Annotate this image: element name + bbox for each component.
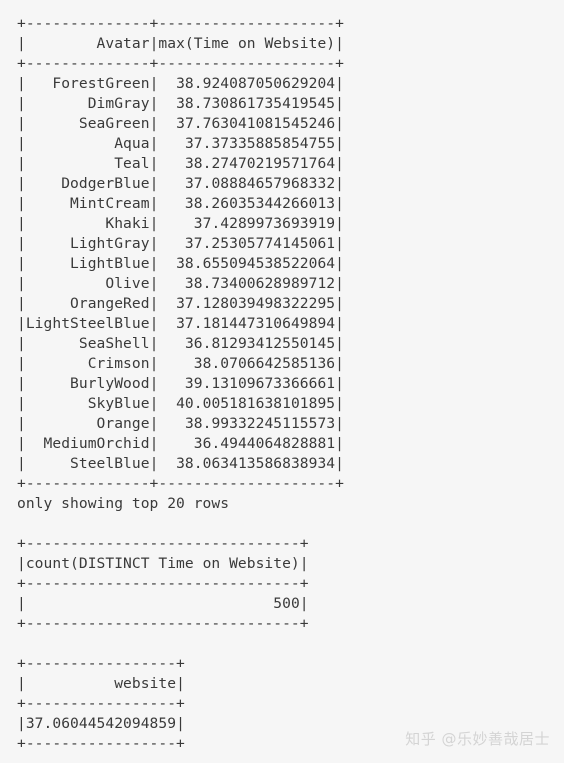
table-cell: 38.99332245115573 <box>184 415 336 432</box>
table-cell: 38.063413586838934 <box>176 455 336 472</box>
table-cell: Crimson <box>87 355 150 372</box>
output-table-website: +-----------------+ | website| +--------… <box>17 654 185 754</box>
table-cell: 37.25305774145061 <box>184 235 336 252</box>
table-cell: 40.005181638101895 <box>176 395 336 412</box>
header-row: | website| <box>17 675 185 692</box>
table-row: |37.06044542094859| <box>17 715 185 732</box>
table-cell: 37.181447310649894 <box>176 315 336 332</box>
table-row: | LightBlue| 38.655094538522064| <box>17 255 344 272</box>
table-cell: 36.81293412550145 <box>184 335 336 352</box>
table-row: | Khaki| 37.4289973693919| <box>17 215 344 232</box>
table-cell: 37.763041081545246 <box>176 115 336 132</box>
row-limit-note: only showing top 20 rows <box>17 495 230 512</box>
table-cell: SeaShell <box>78 335 150 352</box>
table-cell: Aqua <box>114 135 150 152</box>
column-header: Avatar <box>96 35 150 52</box>
table-cell: DimGray <box>87 95 150 112</box>
watermark: 知乎 @乐妙善哉居士 <box>405 730 550 748</box>
table-row: | DodgerBlue| 37.08884657968332| <box>17 175 344 192</box>
table-row: | LightGray| 37.25305774145061| <box>17 235 344 252</box>
table-row: | Crimson| 38.0706642585136| <box>17 355 344 372</box>
table-cell: 37.37335885854755 <box>184 135 336 152</box>
table-row: | BurlyWood| 39.13109673366661| <box>17 375 344 392</box>
table-row: | MediumOrchid| 36.4944064828881| <box>17 435 345 452</box>
table-cell: DodgerBlue <box>61 175 150 192</box>
table-cell: 38.655094538522064 <box>176 255 336 272</box>
table-row: | ForestGreen| 38.924087050629204| <box>17 75 344 92</box>
table-cell: Orange <box>96 415 150 432</box>
table-cell: 38.73400628989712 <box>184 275 336 292</box>
table-cell: 38.730861735419545 <box>176 95 336 112</box>
table-border: +-------------------------------+ <box>17 575 309 592</box>
table-row: | Aqua| 37.37335885854755| <box>17 135 344 152</box>
table-cell: 38.0706642585136 <box>193 355 336 372</box>
table-cell: OrangeRed <box>70 295 150 312</box>
table-row: | 500| <box>17 595 309 612</box>
column-header: count(DISTINCT Time on Website) <box>25 555 300 572</box>
table-row: | DimGray| 38.730861735419545| <box>17 95 344 112</box>
table-cell: Teal <box>114 155 150 172</box>
table-row: | SkyBlue| 40.005181638101895| <box>17 395 344 412</box>
table-cell: LightBlue <box>70 255 150 272</box>
table-cell: BurlyWood <box>70 375 150 392</box>
column-header: max(Time on Website) <box>158 35 336 52</box>
table-cell: ForestGreen <box>52 75 150 92</box>
table-border: +-----------------+ <box>17 695 185 712</box>
table-cell: MintCream <box>70 195 150 212</box>
table-border: +--------------+--------------------+ <box>17 55 344 72</box>
table-cell: LightSteelBlue <box>25 315 150 332</box>
table-cell: SteelBlue <box>70 455 150 472</box>
column-header: website <box>114 675 177 692</box>
table-cell: 38.27470219571764 <box>184 155 336 172</box>
table-cell: 37.128039498322295 <box>176 295 336 312</box>
output-table-count-distinct: +-------------------------------+ |count… <box>17 534 309 634</box>
table-cell: LightGray <box>70 235 150 252</box>
header-row: |count(DISTINCT Time on Website)| <box>17 555 309 572</box>
table-cell: 37.4289973693919 <box>193 215 336 232</box>
table-row: | MintCream| 38.26035344266013| <box>17 195 344 212</box>
table-cell: SkyBlue <box>87 395 150 412</box>
table-cell: MediumOrchid <box>43 435 150 452</box>
table-border: +-----------------+ <box>17 655 185 672</box>
table-border: +--------------+--------------------+ <box>17 15 344 32</box>
header-row: | Avatar|max(Time on Website)| <box>17 35 344 52</box>
table-cell: Khaki <box>105 215 150 232</box>
table-cell: 38.924087050629204 <box>176 75 336 92</box>
table-border: +--------------+--------------------+ <box>17 475 344 492</box>
table-cell: 36.4944064828881 <box>193 435 336 452</box>
table-row: | OrangeRed| 37.128039498322295| <box>17 295 344 312</box>
table-row: | Orange| 38.99332245115573| <box>17 415 344 432</box>
table-border: +-------------------------------+ <box>17 615 309 632</box>
table-row: | Olive| 38.73400628989712| <box>17 275 344 292</box>
table-row: | SteelBlue| 38.063413586838934| <box>17 455 344 472</box>
table-cell: SeaGreen <box>78 115 150 132</box>
table-cell: 39.13109673366661 <box>184 375 336 392</box>
table-border: +-----------------+ <box>17 735 185 752</box>
output-table-max-time-by-avatar: +--------------+--------------------+ | … <box>17 14 344 514</box>
table-cell: 37.08884657968332 <box>184 175 336 192</box>
table-cell: 38.26035344266013 <box>184 195 336 212</box>
table-row: | SeaGreen| 37.763041081545246| <box>17 115 345 132</box>
table-row: | Teal| 38.27470219571764| <box>17 155 344 172</box>
table-cell: 37.06044542094859 <box>25 715 177 732</box>
table-border: +-------------------------------+ <box>17 535 309 552</box>
table-row: | SeaShell| 36.81293412550145| <box>17 335 344 352</box>
table-cell: 500 <box>273 595 300 612</box>
table-cell: Olive <box>105 275 150 292</box>
table-row: |LightSteelBlue| 37.181447310649894| <box>17 315 344 332</box>
